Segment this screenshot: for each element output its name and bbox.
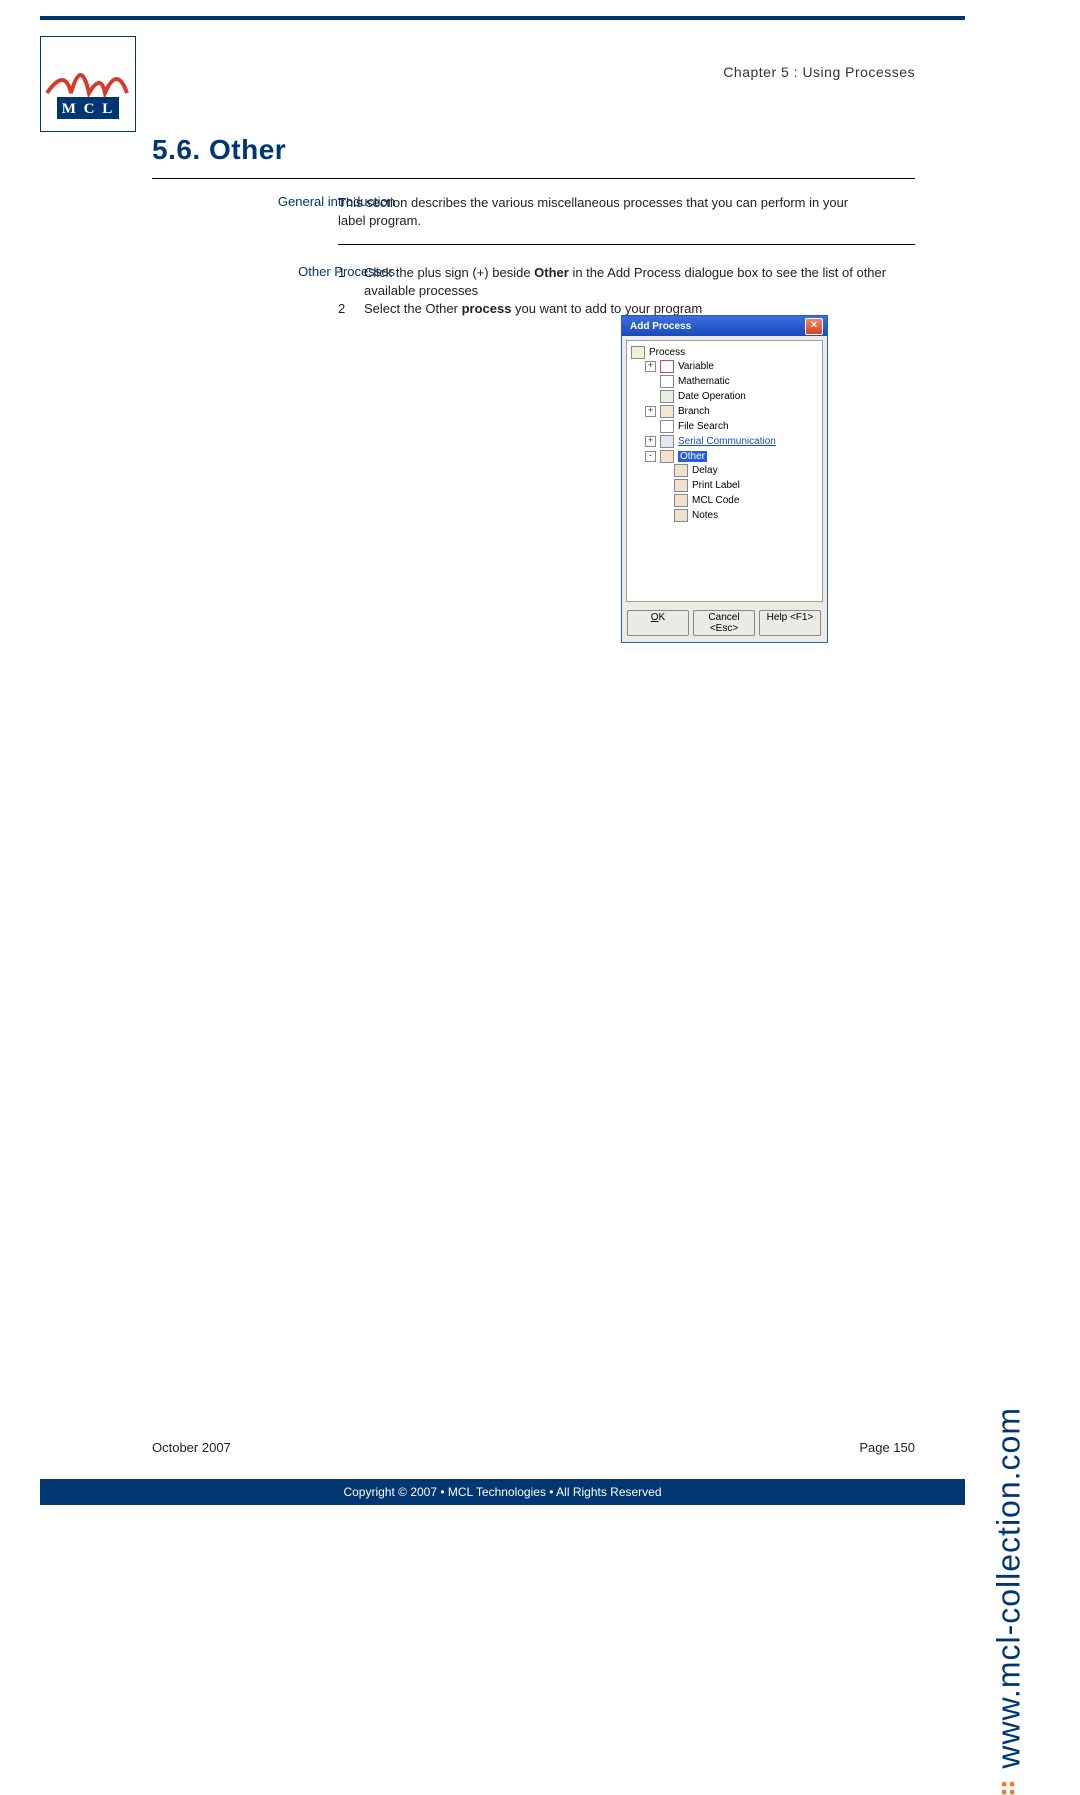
- leaf-icon: [674, 464, 688, 477]
- side-url: www.mcl-collection.com: [991, 1407, 1028, 1795]
- tree-label[interactable]: MCL Code: [692, 495, 739, 506]
- svg-text:M C L: M C L: [62, 101, 115, 117]
- tree-label[interactable]: Mathematic: [678, 376, 730, 387]
- tree-item[interactable]: - Other: [645, 449, 820, 463]
- tree-item[interactable]: Date Operation: [645, 389, 820, 403]
- ok-button[interactable]: OK: [627, 610, 689, 636]
- step-text-bold: process: [462, 301, 512, 316]
- tree-item[interactable]: Notes: [659, 508, 820, 522]
- leaf-icon: [674, 479, 688, 492]
- tree-label[interactable]: Variable: [678, 361, 714, 372]
- svg-text:TECHNOLOGIES: TECHNOLOGIES: [59, 120, 117, 126]
- var-icon: [660, 360, 674, 373]
- body-general-intro: This section describes the various misce…: [338, 194, 868, 229]
- steps-list: 1 Click the plus sign (+) beside Other i…: [338, 264, 898, 319]
- close-icon[interactable]: ×: [805, 318, 823, 335]
- tree-label: Process: [649, 347, 685, 358]
- tree-label[interactable]: Other: [678, 451, 707, 462]
- tree-label[interactable]: Branch: [678, 406, 710, 417]
- tree-item[interactable]: Delay: [659, 463, 820, 477]
- mcl-logo: M C L TECHNOLOGIES: [40, 36, 136, 132]
- add-process-dialog: Add Process × Process + Variable Mathemati…: [621, 315, 828, 643]
- tree-label[interactable]: Serial Communication: [678, 436, 776, 447]
- mid-rule: [338, 244, 915, 245]
- step-text-pre: Select the Other: [364, 301, 462, 316]
- cancel-button[interactable]: Cancel <Esc>: [693, 610, 755, 636]
- tree-item[interactable]: + Variable: [645, 359, 820, 373]
- step-text: Click the plus sign (+) beside Other in …: [364, 264, 898, 300]
- ok-underline: O: [651, 612, 659, 623]
- expand-icon[interactable]: +: [645, 406, 656, 417]
- dots-icon: [1002, 1781, 1016, 1795]
- step-row: 1 Click the plus sign (+) beside Other i…: [338, 264, 898, 300]
- process-icon: [631, 346, 645, 359]
- step-text-pre: Click the plus sign (+) beside: [364, 265, 534, 280]
- ok-rest: K: [659, 612, 666, 623]
- tree-label[interactable]: Delay: [692, 465, 718, 476]
- tree-label[interactable]: Date Operation: [678, 391, 746, 402]
- expand-icon[interactable]: +: [645, 436, 656, 447]
- tree-label[interactable]: File Search: [678, 421, 729, 432]
- top-rule: [40, 16, 965, 20]
- step-text-bold: Other: [534, 265, 569, 280]
- tree-item[interactable]: MCL Code: [659, 493, 820, 507]
- other-icon: [660, 450, 674, 463]
- tree-root[interactable]: Process: [631, 345, 820, 359]
- tree-item[interactable]: + Branch: [645, 404, 820, 418]
- serial-icon: [660, 435, 674, 448]
- tree-item[interactable]: Mathematic: [645, 374, 820, 388]
- help-button[interactable]: Help <F1>: [759, 610, 821, 636]
- side-url-text: www.mcl-collection.com: [991, 1407, 1027, 1769]
- tree-item[interactable]: Print Label: [659, 478, 820, 492]
- footer-bar: Copyright © 2007 • MCL Technologies • Al…: [40, 1479, 965, 1505]
- process-tree[interactable]: Process + Variable Mathematic Date Operatio…: [629, 345, 820, 525]
- dialog-title: Add Process: [630, 321, 691, 332]
- title-rule: [152, 178, 915, 179]
- tree-label[interactable]: Notes: [692, 510, 718, 521]
- footer-copyright: Copyright © 2007 • MCL Technologies • Al…: [343, 1485, 661, 1499]
- step-number: 1: [338, 264, 364, 300]
- section-title: 5.6. Other: [152, 134, 286, 166]
- footer-date: October 2007: [152, 1440, 231, 1455]
- dialog-button-row: OK Cancel <Esc> Help <F1>: [622, 606, 827, 642]
- tree-label[interactable]: Print Label: [692, 480, 740, 491]
- tree-area: Process + Variable Mathematic Date Operatio…: [626, 340, 823, 602]
- footer-meta: October 2007 Page 150: [152, 1440, 915, 1455]
- tree-item[interactable]: + Serial Communication: [645, 434, 820, 448]
- step-number: 2: [338, 300, 364, 318]
- file-icon: [660, 420, 674, 433]
- math-icon: [660, 375, 674, 388]
- collapse-icon[interactable]: -: [645, 451, 656, 462]
- leaf-icon: [674, 494, 688, 507]
- chapter-header: Chapter 5 : Using Processes: [723, 64, 915, 80]
- footer-page: Page 150: [859, 1440, 915, 1455]
- expand-icon[interactable]: +: [645, 361, 656, 372]
- branch-icon: [660, 405, 674, 418]
- tree-item[interactable]: File Search: [645, 419, 820, 433]
- dialog-titlebar[interactable]: Add Process ×: [622, 316, 827, 336]
- date-icon: [660, 390, 674, 403]
- leaf-icon: [674, 509, 688, 522]
